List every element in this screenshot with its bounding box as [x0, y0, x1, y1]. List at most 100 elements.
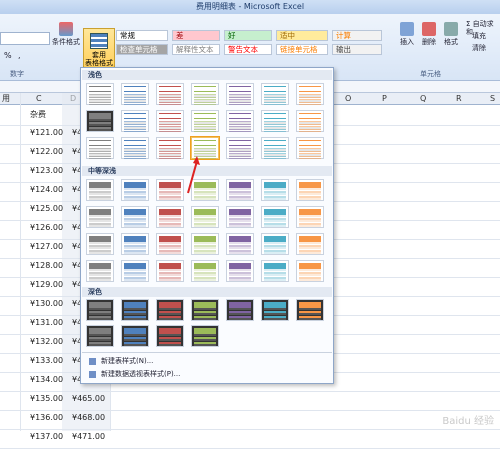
column-header-s[interactable]: S: [490, 93, 495, 104]
clear-button[interactable]: 清除: [472, 44, 486, 52]
table-style-medium-10[interactable]: [156, 206, 184, 228]
c-cell[interactable]: ¥125.00: [30, 204, 63, 213]
table-style-light-13[interactable]: [261, 110, 289, 133]
table-style-medium-13[interactable]: [261, 206, 289, 228]
table-style-medium-24[interactable]: [156, 260, 184, 282]
c-cell[interactable]: ¥127.00: [30, 242, 63, 251]
table-style-dark-10[interactable]: [156, 325, 184, 347]
table-style-medium-16[interactable]: [121, 233, 149, 255]
insert-button[interactable]: 插入: [398, 22, 416, 46]
table-style-dark-4[interactable]: [191, 299, 219, 321]
table-style-medium-5[interactable]: [226, 179, 254, 201]
table-style-medium-8[interactable]: [86, 206, 114, 228]
table-style-light-1[interactable]: [86, 83, 114, 106]
percent-button[interactable]: %: [4, 52, 12, 60]
d-cell[interactable]: ¥471.00: [72, 432, 105, 441]
column-header-o[interactable]: O: [345, 93, 351, 104]
table-style-medium-26[interactable]: [226, 260, 254, 282]
table-style-dark-11[interactable]: [191, 325, 219, 347]
c-cell[interactable]: ¥131.00: [30, 318, 63, 327]
table-style-light-21[interactable]: [296, 137, 324, 160]
table-style-medium-23[interactable]: [121, 260, 149, 282]
table-style-medium-6[interactable]: [261, 179, 289, 201]
c-cell[interactable]: ¥129.00: [30, 280, 63, 289]
c-cell[interactable]: ¥123.00: [30, 166, 63, 175]
cell-style-4[interactable]: 计算: [332, 30, 382, 41]
c-cell[interactable]: ¥136.00: [30, 413, 63, 422]
fill-button[interactable]: 填充: [472, 32, 486, 40]
table-style-dark-9[interactable]: [121, 325, 149, 347]
table-style-light-4[interactable]: [191, 83, 219, 106]
cell-style-8[interactable]: 链接单元格: [276, 44, 328, 55]
c-header-cell[interactable]: 杂费: [30, 109, 46, 120]
cell-style-1[interactable]: 差: [172, 30, 220, 41]
table-style-medium-25[interactable]: [191, 260, 219, 282]
table-style-light-14[interactable]: [296, 110, 324, 133]
table-style-medium-21[interactable]: [296, 233, 324, 255]
c-cell[interactable]: ¥134.00: [30, 375, 63, 384]
table-style-light-11[interactable]: [191, 110, 219, 133]
c-cell[interactable]: ¥124.00: [30, 185, 63, 194]
comma-button[interactable]: ,: [18, 52, 21, 60]
table-style-light-12[interactable]: [226, 110, 254, 133]
table-style-light-19[interactable]: [226, 137, 254, 160]
table-style-medium-9[interactable]: [121, 206, 149, 228]
cell-style-7[interactable]: 警告文本: [224, 44, 272, 55]
table-style-light-15[interactable]: [86, 137, 114, 160]
table-style-medium-3[interactable]: [156, 179, 184, 201]
table-style-dark-3[interactable]: [156, 299, 184, 321]
table-style-light-9[interactable]: [121, 110, 149, 133]
c-cell[interactable]: ¥133.00: [30, 356, 63, 365]
cell-style-3[interactable]: 适中: [276, 30, 328, 41]
cell-style-0[interactable]: 常规: [116, 30, 168, 41]
table-style-medium-22[interactable]: [86, 260, 114, 282]
table-style-medium-18[interactable]: [191, 233, 219, 255]
table-style-medium-12[interactable]: [226, 206, 254, 228]
c-cell[interactable]: ¥121.00: [30, 128, 63, 137]
table-style-light-5[interactable]: [226, 83, 254, 106]
d-cell[interactable]: ¥465.00: [72, 394, 105, 403]
column-header-r[interactable]: R: [456, 93, 462, 104]
table-style-medium-19[interactable]: [226, 233, 254, 255]
cell-style-2[interactable]: 好: [224, 30, 272, 41]
c-cell[interactable]: ¥135.00: [30, 394, 63, 403]
column-header-c[interactable]: C: [36, 93, 42, 104]
column-header-p[interactable]: P: [382, 93, 387, 104]
table-style-medium-14[interactable]: [296, 206, 324, 228]
table-style-light-20[interactable]: [261, 137, 289, 160]
c-cell[interactable]: ¥137.00: [30, 432, 63, 441]
table-style-dark-5[interactable]: [226, 299, 254, 321]
table-style-light-2[interactable]: [121, 83, 149, 106]
column-header-b[interactable]: 用: [2, 93, 10, 104]
table-style-dark-2[interactable]: [121, 299, 149, 321]
font-size-dropdown[interactable]: [0, 32, 50, 45]
table-style-medium-2[interactable]: [121, 179, 149, 201]
cell-style-9[interactable]: 输出: [332, 44, 382, 55]
table-style-light-3[interactable]: [156, 83, 184, 106]
delete-button[interactable]: 删除: [420, 22, 438, 46]
table-style-light-16[interactable]: [121, 137, 149, 160]
table-style-light-6[interactable]: [261, 83, 289, 106]
table-style-medium-28[interactable]: [296, 260, 324, 282]
cell-style-6[interactable]: 解释性文本: [172, 44, 220, 55]
table-style-medium-11[interactable]: [191, 206, 219, 228]
format-button[interactable]: 格式: [442, 22, 460, 46]
new-pivot-style-item[interactable]: 新建数据透视表样式(P)...: [89, 369, 180, 379]
c-cell[interactable]: ¥132.00: [30, 337, 63, 346]
table-style-dark-6[interactable]: [261, 299, 289, 321]
table-style-light-17[interactable]: [156, 137, 184, 160]
table-style-dark-1[interactable]: [86, 299, 114, 321]
d-cell[interactable]: ¥468.00: [72, 413, 105, 422]
table-style-light-8[interactable]: [86, 110, 114, 132]
c-cell[interactable]: ¥128.00: [30, 261, 63, 270]
table-row[interactable]: ¥137.00 ¥471.00: [0, 427, 500, 449]
table-style-medium-17[interactable]: [156, 233, 184, 255]
table-style-medium-15[interactable]: [86, 233, 114, 255]
table-style-medium-1[interactable]: [86, 179, 114, 201]
table-style-medium-20[interactable]: [261, 233, 289, 255]
new-table-style-item[interactable]: 新建表样式(N)...: [89, 356, 153, 366]
c-cell[interactable]: ¥130.00: [30, 299, 63, 308]
table-style-dark-8[interactable]: [86, 325, 114, 347]
table-style-dark-7[interactable]: [296, 299, 324, 321]
table-style-medium-27[interactable]: [261, 260, 289, 282]
